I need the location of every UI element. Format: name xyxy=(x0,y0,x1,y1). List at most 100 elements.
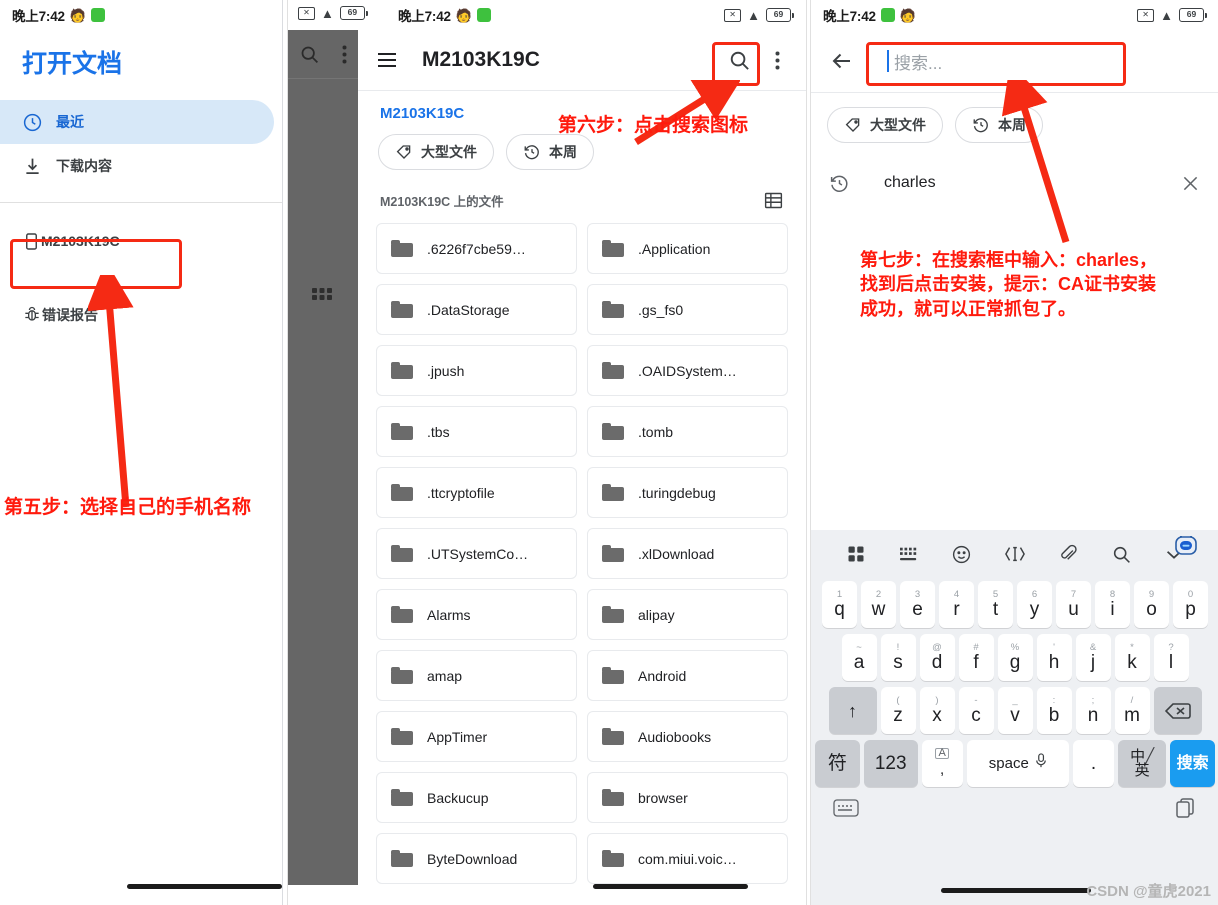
dimmed-drawer-overlay[interactable] xyxy=(288,30,358,885)
keyboard-icon[interactable] xyxy=(882,545,935,563)
file-grid-item[interactable]: .DataStorage xyxy=(376,284,577,335)
file-grid-item[interactable]: .tomb xyxy=(587,406,788,457)
ime-robot-icon[interactable] xyxy=(1171,530,1201,560)
folder-icon xyxy=(602,667,624,684)
list-view-icon[interactable] xyxy=(763,190,784,211)
search-icon[interactable] xyxy=(1095,544,1148,565)
key-v[interactable]: _ v xyxy=(997,687,1033,734)
text-cursor-icon[interactable] xyxy=(988,544,1041,564)
key-x[interactable]: ) x xyxy=(919,687,955,734)
key-q[interactable]: 1q xyxy=(822,581,857,628)
microphone-icon[interactable] xyxy=(1035,753,1047,774)
back-arrow-icon[interactable] xyxy=(823,42,861,80)
file-grid-item[interactable]: .6226f7cbe59… xyxy=(376,223,577,274)
key-e[interactable]: 3e xyxy=(900,581,935,628)
space-key[interactable]: space xyxy=(966,740,1069,787)
language-toggle-key[interactable]: 中╱ 英 xyxy=(1117,740,1167,787)
sidebar-device-label: M2103K19C xyxy=(41,233,120,249)
apps-grid-icon[interactable] xyxy=(310,282,334,306)
backspace-icon[interactable] xyxy=(1153,687,1202,734)
key-label: x xyxy=(932,704,942,726)
folder-icon xyxy=(391,545,413,562)
key-o[interactable]: 9o xyxy=(1134,581,1169,628)
folder-icon xyxy=(602,484,624,501)
overflow-menu-icon[interactable] xyxy=(342,45,347,64)
key-h[interactable]: ' h xyxy=(1036,634,1072,681)
emoji-person-icon: 🧑 xyxy=(455,7,473,23)
key-f[interactable]: # f xyxy=(958,634,994,681)
close-icon[interactable] xyxy=(1180,173,1201,194)
key-w[interactable]: 2w xyxy=(861,581,896,628)
file-grid-item[interactable]: AppTimer xyxy=(376,711,577,762)
key-j[interactable]: & j xyxy=(1075,634,1111,681)
clock-icon xyxy=(22,112,56,133)
file-grid-item[interactable]: Backucup xyxy=(376,772,577,823)
period-key[interactable]: . xyxy=(1072,740,1114,787)
key-c[interactable]: -c xyxy=(958,687,994,734)
overflow-menu-icon[interactable] xyxy=(758,41,796,79)
sidebar-item-downloads[interactable]: 下载内容 xyxy=(0,144,274,188)
key-m[interactable]: / m xyxy=(1114,687,1150,734)
file-grid-item[interactable]: .jpush xyxy=(376,345,577,396)
hamburger-menu-icon[interactable] xyxy=(368,41,406,79)
file-grid-item[interactable]: browser xyxy=(587,772,788,823)
file-grid-item[interactable]: amap xyxy=(376,650,577,701)
search-go-key[interactable]: 搜索 xyxy=(1170,740,1215,787)
file-grid-item[interactable]: .OAIDSystem… xyxy=(587,345,788,396)
search-icon[interactable] xyxy=(720,41,758,79)
file-grid-item[interactable]: .ttcryptofile xyxy=(376,467,577,518)
search-input[interactable]: 搜索... xyxy=(871,40,1207,82)
clipboard-copy-icon[interactable] xyxy=(1173,796,1197,820)
file-grid-item[interactable]: .tbs xyxy=(376,406,577,457)
file-grid-item[interactable]: com.miui.voic… xyxy=(587,833,788,884)
sidebar-item-label: 最近 xyxy=(56,114,84,130)
chip-this-week[interactable]: 本周 xyxy=(506,134,594,170)
key-label: s xyxy=(893,651,903,673)
keyboard-switch-icon[interactable] xyxy=(833,798,859,818)
chip-large-files[interactable]: 大型文件 xyxy=(378,134,494,170)
key-l[interactable]: ? l xyxy=(1153,634,1189,681)
key-y[interactable]: 6y xyxy=(1017,581,1052,628)
sidebar-item-recent[interactable]: 最近 xyxy=(0,100,274,144)
key-a[interactable]: ~ a xyxy=(841,634,877,681)
battery-icon: 69 xyxy=(1179,8,1207,22)
folder-icon xyxy=(602,728,624,745)
key-d[interactable]: @ d xyxy=(919,634,955,681)
key-superscript: ? xyxy=(1168,641,1174,653)
file-grid-item[interactable]: .gs_fs0 xyxy=(587,284,788,335)
search-icon[interactable] xyxy=(299,44,320,65)
folder-icon xyxy=(391,423,413,440)
key-s[interactable]: ! s xyxy=(880,634,916,681)
key-z[interactable]: (z xyxy=(880,687,916,734)
search-placeholder: 搜索... xyxy=(894,53,943,73)
key-k[interactable]: * k xyxy=(1114,634,1150,681)
file-grid-item[interactable]: Audiobooks xyxy=(587,711,788,762)
sidebar-item-device[interactable]: M2103K19C xyxy=(0,219,282,263)
key-g[interactable]: % g xyxy=(997,634,1033,681)
file-grid-item[interactable]: .turingdebug xyxy=(587,467,788,518)
file-name-label: com.miui.voic… xyxy=(638,850,737,867)
key-r[interactable]: 4r xyxy=(939,581,974,628)
file-grid-item[interactable]: alipay xyxy=(587,589,788,640)
key-p[interactable]: 0p xyxy=(1173,581,1208,628)
file-grid-item[interactable]: Android xyxy=(587,650,788,701)
file-grid-item[interactable]: .UTSystemCo… xyxy=(376,528,577,579)
numbers-key[interactable]: 123 xyxy=(863,740,918,787)
key-t[interactable]: 5t xyxy=(978,581,1013,628)
key-i[interactable]: 8i xyxy=(1095,581,1130,628)
file-grid-item[interactable]: ByteDownload xyxy=(376,833,577,884)
comma-key[interactable]: A, xyxy=(921,740,963,787)
key-b[interactable]: :b xyxy=(1036,687,1072,734)
apps-grid-icon[interactable] xyxy=(829,544,882,564)
file-grid: .6226f7cbe59… .Application .DataStorage .gs… xyxy=(376,223,788,884)
clipboard-icon[interactable] xyxy=(1042,544,1095,565)
file-grid-item[interactable]: .Application xyxy=(587,223,788,274)
shift-key[interactable]: ↑ xyxy=(828,687,877,734)
file-grid-item[interactable]: Alarms xyxy=(376,589,577,640)
key-n[interactable]: ; n xyxy=(1075,687,1111,734)
file-grid-item[interactable]: .xlDownload xyxy=(587,528,788,579)
emoji-icon[interactable] xyxy=(935,544,988,565)
key-u[interactable]: 7u xyxy=(1056,581,1091,628)
symbols-key[interactable]: 符 xyxy=(815,740,860,787)
chip-large-files[interactable]: 大型文件 xyxy=(827,107,943,143)
